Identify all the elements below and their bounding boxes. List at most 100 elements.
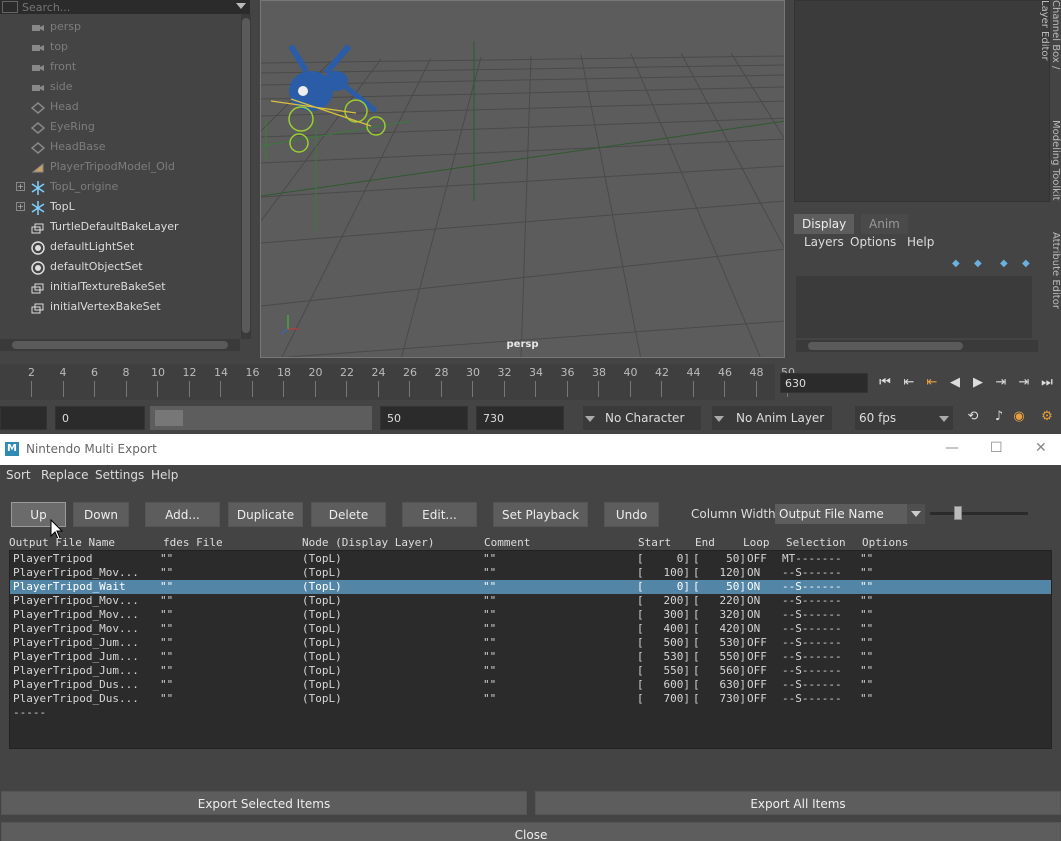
- delete-button[interactable]: Delete: [311, 502, 386, 527]
- table-row[interactable]: PlayerTripod_Mov... "" (TopL) "" [ 200][ 220…: [10, 594, 1051, 608]
- step-back-key-icon[interactable]: ⇤: [900, 374, 918, 392]
- outliner-item[interactable]: initialVertexBakeSet: [0, 297, 240, 317]
- side-tab-channel-box[interactable]: Channel Box / Layer Editor: [1039, 0, 1061, 100]
- outliner-item[interactable]: PlayerTripodModel_Old: [0, 157, 240, 177]
- outliner-vscroll-thumb[interactable]: [242, 18, 250, 333]
- new-layer-selected-icon[interactable]: ◆: [1022, 258, 1030, 269]
- menu-replace[interactable]: Replace: [41, 468, 88, 482]
- step-back-frame-icon[interactable]: ⇤: [923, 374, 941, 392]
- play-backwards-icon[interactable]: ◀: [946, 374, 964, 392]
- col-options[interactable]: Options: [862, 536, 908, 549]
- playback-start-field[interactable]: 50: [380, 406, 468, 430]
- close-icon[interactable]: ✕: [1035, 440, 1047, 456]
- table-row[interactable]: PlayerTripod_Jum... "" (TopL) "" [ 550][ 560…: [10, 664, 1051, 678]
- side-tab-modeling-toolkit[interactable]: Modeling Toolkit: [1048, 120, 1061, 215]
- outliner-item[interactable]: initialTextureBakeSet: [0, 277, 240, 297]
- outliner-hscroll-thumb[interactable]: [12, 341, 228, 349]
- table-row[interactable]: PlayerTripod_Jum... "" (TopL) "" [ 530][ 550…: [10, 650, 1051, 664]
- outliner-item[interactable]: EyeRing: [0, 117, 240, 137]
- character-set-select[interactable]: No Character Set: [583, 406, 701, 449]
- persp-viewport[interactable]: persp: [260, 0, 785, 358]
- outliner-hscroll[interactable]: [0, 339, 240, 351]
- menu-settings[interactable]: Settings: [95, 468, 144, 482]
- col-end[interactable]: End: [695, 536, 715, 549]
- outliner-item[interactable]: + TopL_origine: [0, 177, 240, 197]
- search-dropdown-icon[interactable]: [236, 3, 246, 9]
- table-row[interactable]: PlayerTripod_Jum... "" (TopL) "" [ 500][ 530…: [10, 636, 1051, 650]
- anim-start-field[interactable]: [0, 406, 47, 430]
- export-table[interactable]: PlayerTripod "" (TopL) ""[ 0][ 50] OFF MT----…: [9, 550, 1052, 749]
- export-selected-button[interactable]: Export Selected Items: [1, 791, 527, 815]
- table-row[interactable]: PlayerTripod_Mov... "" (TopL) "" [ 100][ 120…: [10, 566, 1051, 580]
- column-width-slider-track[interactable]: [930, 512, 1028, 515]
- outliner-item[interactable]: Head: [0, 97, 240, 117]
- range-bar[interactable]: [150, 406, 372, 430]
- tab-anim[interactable]: Anim: [861, 214, 908, 234]
- table-row[interactable]: PlayerTripod_Dus... "" (TopL) "" [ 700][ 730…: [10, 692, 1051, 706]
- outliner-item[interactable]: persp: [0, 17, 240, 37]
- outliner-item[interactable]: + TopL: [0, 197, 240, 217]
- time-ticks[interactable]: 2 4 6 8 10 12 14 16 18 20 22 24 26 28 30 32 34 36 38 40 42 44…: [0, 364, 795, 400]
- down-button[interactable]: Down: [73, 502, 129, 527]
- time-slider[interactable]: 2 4 6 8 10 12 14 16 18 20 22 24 26 28 30 32 34 36 38 40 42 44…: [0, 360, 1061, 406]
- table-row[interactable]: PlayerTripod_Dus... "" (TopL) "" [ 600][ 630…: [10, 678, 1051, 692]
- layer-hscroll[interactable]: [796, 340, 1038, 352]
- col-comment[interactable]: Comment: [484, 536, 530, 549]
- playback-start-outer-field[interactable]: 0: [55, 406, 145, 430]
- preferences-icon[interactable]: ⚙: [1038, 408, 1056, 426]
- step-forward-key-icon[interactable]: ⇥: [1015, 374, 1033, 392]
- add-button[interactable]: Add...: [145, 502, 220, 527]
- loop-icon[interactable]: ⟲: [964, 408, 982, 426]
- edit-button[interactable]: Edit...: [402, 502, 477, 527]
- step-forward-frame-icon[interactable]: ⇥: [992, 374, 1010, 392]
- expand-icon[interactable]: +: [16, 182, 25, 191]
- go-to-start-icon[interactable]: ⏮: [876, 374, 894, 392]
- export-all-button[interactable]: Export All Items: [535, 791, 1061, 815]
- outliner-item[interactable]: defaultObjectSet: [0, 257, 240, 277]
- range-handle[interactable]: [155, 410, 183, 426]
- tab-display[interactable]: Display: [794, 214, 855, 234]
- set-playback-button[interactable]: Set Playback: [493, 502, 588, 527]
- outliner-item[interactable]: TurtleDefaultBakeLayer: [0, 217, 240, 237]
- column-width-select[interactable]: Output File Name: [775, 504, 925, 524]
- column-width-dropdown[interactable]: [907, 504, 925, 524]
- layers-menu[interactable]: Layers: [804, 235, 844, 249]
- outliner-item[interactable]: top: [0, 37, 240, 57]
- expand-icon[interactable]: +: [16, 202, 25, 211]
- outliner-item[interactable]: side: [0, 77, 240, 97]
- col-node[interactable]: Node (Display Layer): [302, 536, 434, 549]
- table-row[interactable]: PlayerTripod_Mov... "" (TopL) "" [ 300][ 320…: [10, 608, 1051, 622]
- close-button[interactable]: Close: [1, 822, 1061, 841]
- help-menu[interactable]: Help: [907, 235, 934, 249]
- outliner-item[interactable]: front: [0, 57, 240, 77]
- anim-layer-select[interactable]: No Anim Layer: [712, 406, 832, 430]
- col-output-file-name[interactable]: Output File Name: [9, 536, 115, 549]
- options-menu[interactable]: Options: [850, 235, 896, 249]
- go-to-end-icon[interactable]: ⏭: [1038, 374, 1056, 392]
- new-layer-icon[interactable]: ◆: [1000, 258, 1008, 269]
- layer-hscroll-thumb[interactable]: [808, 342, 963, 350]
- layer-list[interactable]: [796, 276, 1032, 338]
- play-forwards-icon[interactable]: ▶: [969, 374, 987, 392]
- undo-button[interactable]: Undo: [604, 502, 659, 527]
- current-frame-field[interactable]: 630: [780, 373, 868, 393]
- table-row[interactable]: PlayerTripod "" (TopL) "" [ 0][ 50] OFF MT----…: [10, 552, 1051, 566]
- move-layer-down-icon[interactable]: ◆: [974, 258, 982, 269]
- minimize-icon[interactable]: —: [945, 440, 959, 456]
- table-row[interactable]: PlayerTripod_Mov... "" (TopL) "" [ 400][ 420…: [10, 622, 1051, 636]
- col-selection[interactable]: Selection: [786, 536, 846, 549]
- col-loop[interactable]: Loop: [743, 536, 770, 549]
- filter-icon[interactable]: [2, 1, 18, 13]
- col-start[interactable]: Start: [638, 536, 671, 549]
- menu-sort[interactable]: Sort: [6, 468, 31, 482]
- outliner-item[interactable]: HeadBase: [0, 137, 240, 157]
- sound-icon[interactable]: ♪: [990, 408, 1008, 426]
- menu-help[interactable]: Help: [151, 468, 178, 482]
- side-tab-attribute-editor[interactable]: Attribute Editor: [1048, 232, 1061, 332]
- column-width-slider-knob[interactable]: [954, 506, 962, 520]
- fps-select[interactable]: 60 fps: [855, 406, 953, 430]
- duplicate-button[interactable]: Duplicate: [228, 502, 303, 527]
- move-layer-up-icon[interactable]: ◆: [952, 258, 960, 269]
- table-row[interactable]: PlayerTripod_Wait "" (TopL) "" [ 0][ 50] ON --…: [10, 580, 1051, 594]
- outliner-search-input[interactable]: [22, 0, 232, 14]
